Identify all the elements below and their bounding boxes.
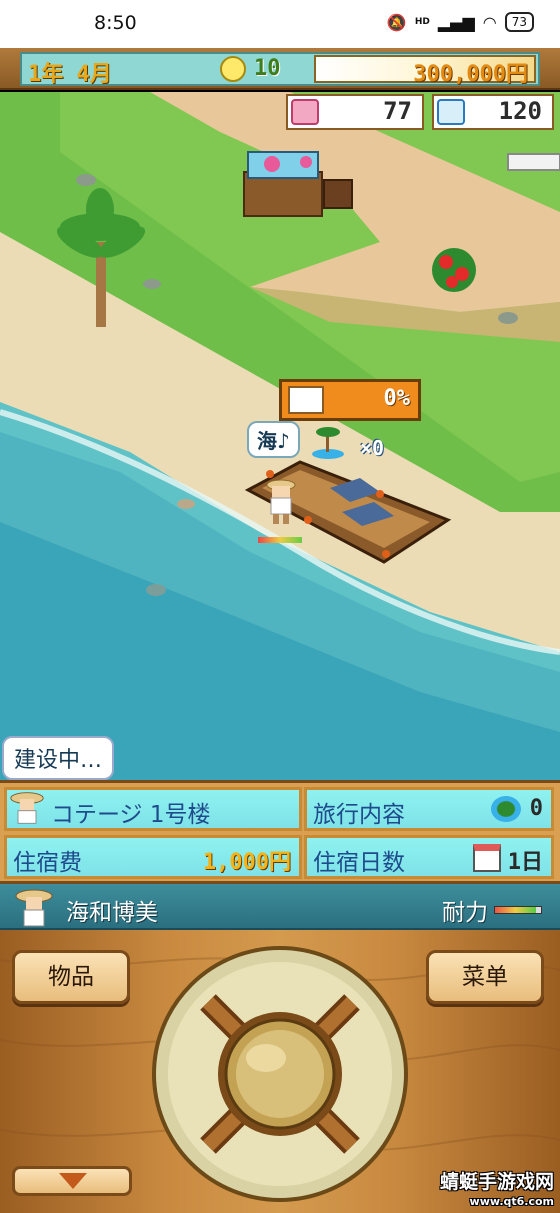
battery-indicator: 73 bbox=[504, 12, 534, 32]
heart-icon bbox=[291, 99, 319, 125]
character-avatar-icon bbox=[15, 889, 53, 927]
building-info-panel: コテージ 1号楼 旅行内容 0 住宿费 1,000円 住宿日数 1日 bbox=[0, 780, 560, 884]
wifi-icon: ◠ bbox=[482, 12, 497, 32]
character-bar[interactable]: 海和博美 耐力 bbox=[0, 884, 560, 930]
water-value: 120 bbox=[498, 97, 542, 125]
game-map[interactable]: 77 120 0% 海♪ ×0 建设中… bbox=[0, 92, 560, 780]
lodging-fee-value: 1,000円 bbox=[202, 850, 291, 875]
arrow-down-icon bbox=[59, 1173, 87, 1189]
stamina-gauge bbox=[494, 906, 542, 914]
items-button[interactable]: 物品 bbox=[12, 950, 130, 1004]
top-hud: 1年 4月 10 300,000円 bbox=[0, 48, 560, 90]
status-bar: 8:50 🔕 HD ▂▄▆ ◠ 73 bbox=[0, 0, 560, 48]
idea-points: 10 bbox=[254, 56, 281, 81]
mute-icon: 🔕 bbox=[386, 12, 407, 32]
watermark-title: 蜻蜓手游戏网 bbox=[439, 1171, 554, 1193]
character-name: 海和博美 bbox=[66, 900, 158, 926]
items-button-label: 物品 bbox=[48, 964, 94, 990]
tour-content-label: 旅行内容 bbox=[313, 802, 405, 828]
tour-content-value: 0 bbox=[529, 796, 543, 821]
building-name: コテージ 1号楼 bbox=[51, 802, 211, 828]
progress-value: 0% bbox=[383, 386, 411, 411]
stamina-fill bbox=[495, 907, 537, 913]
love-value: 77 bbox=[383, 97, 412, 125]
lodging-fee-cell[interactable]: 住宿费 1,000円 bbox=[4, 835, 302, 879]
status-icons: 🔕 HD ▂▄▆ ◠ 73 bbox=[387, 12, 534, 32]
site-watermark: 蜻蜓手游戏网 www.qt6.com bbox=[440, 1172, 554, 1212]
love-stat: 77 bbox=[286, 94, 424, 130]
direction-pad[interactable] bbox=[150, 944, 410, 1204]
lodging-days-label: 住宿日数 bbox=[313, 850, 405, 876]
water-drop-icon bbox=[437, 99, 465, 125]
lodging-fee-label: 住宿费 bbox=[13, 850, 82, 876]
island-icon bbox=[491, 796, 521, 822]
building-name-cell[interactable]: コテージ 1号楼 bbox=[4, 787, 302, 831]
money-value: 300,000円 bbox=[413, 62, 528, 87]
game-date: 1年 4月 bbox=[28, 62, 112, 87]
calendar-icon bbox=[473, 844, 501, 872]
lodging-days-cell[interactable]: 住宿日数 1日 bbox=[304, 835, 554, 879]
worker-avatar-icon bbox=[10, 792, 44, 824]
house-icon bbox=[288, 386, 324, 414]
watermark-url: www.qt6.com bbox=[469, 1195, 554, 1208]
tour-count: ×0 bbox=[360, 436, 385, 460]
construction-progress[interactable]: 0% bbox=[279, 379, 421, 421]
tour-content-cell[interactable]: 旅行内容 0 bbox=[304, 787, 554, 831]
menu-button[interactable]: 菜单 bbox=[426, 950, 544, 1004]
menu-button-label: 菜单 bbox=[462, 964, 508, 990]
signal-icon: ▂▄▆ bbox=[437, 12, 475, 32]
stamina-label: 耐力 bbox=[442, 900, 488, 926]
money-display: 300,000円 bbox=[314, 55, 536, 87]
water-stat: 120 bbox=[432, 94, 554, 130]
lightbulb-icon bbox=[220, 56, 246, 82]
building-status-bubble: 建设中… bbox=[2, 736, 115, 780]
character-speech-bubble: 海♪ bbox=[247, 421, 300, 458]
collapse-arrow-button[interactable] bbox=[12, 1166, 132, 1196]
character-stamina-mini bbox=[258, 537, 302, 543]
lodging-days-value: 1日 bbox=[507, 850, 543, 875]
network-label: HD bbox=[414, 17, 430, 27]
hud-panel: 1年 4月 10 300,000円 bbox=[20, 52, 540, 87]
status-time: 8:50 bbox=[94, 12, 137, 34]
